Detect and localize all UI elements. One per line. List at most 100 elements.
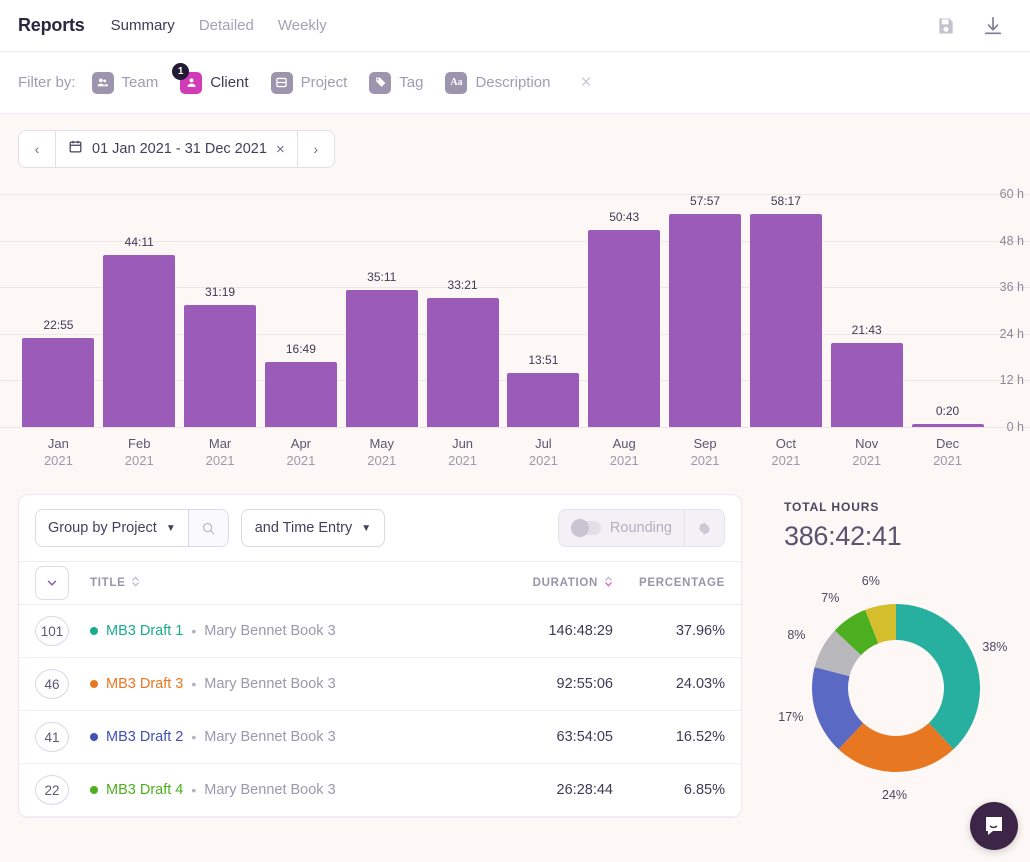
bar[interactable] [22,338,95,427]
bar-column[interactable]: 50:43 [584,194,665,427]
column-header-title-label: TITLE [90,577,126,589]
bar-value-label: 0:20 [935,404,960,418]
x-axis-year: 2021 [286,453,316,468]
x-axis-month: Apr [290,436,312,451]
tab-summary[interactable]: Summary [111,17,175,34]
x-axis-tick: Mar 2021 [180,436,261,468]
column-header-duration[interactable]: DURATION [477,575,613,591]
tab-detailed[interactable]: Detailed [199,17,254,34]
sort-icon[interactable] [131,575,140,591]
x-axis-month: Nov [855,436,879,451]
bar-column[interactable]: 35:11 [341,194,422,427]
page-title: Reports [18,15,85,35]
project-color-dot [90,786,98,794]
bar[interactable] [103,255,176,427]
x-axis-month: Oct [775,436,796,451]
report-table-card: Group by Project ▼ and Time Entry ▼ Roun… [18,494,742,818]
filter-chip-tag[interactable]: Tag [369,71,423,94]
x-axis-year: 2021 [528,453,558,468]
row-title-cell: MB3 Draft 1 • Mary Bennet Book 3 [90,623,477,639]
bar[interactable] [911,424,984,427]
search-icon[interactable] [187,510,228,546]
entry-count-badge: 46 [35,669,69,699]
bar-value-label: 21:43 [851,322,882,337]
bar[interactable] [507,373,580,427]
bar-value-label: 50:43 [609,210,640,225]
expand-all-button[interactable] [35,566,69,600]
total-hours-value: 386:42:41 [784,521,902,551]
bar-column[interactable]: 22:55 [18,194,99,427]
filter-chip-project[interactable]: Project [270,71,347,94]
bar[interactable] [749,214,822,427]
column-header-percentage[interactable]: PERCENTAGE [613,577,725,589]
row-title-cell: MB3 Draft 2 • Mary Bennet Book 3 [90,729,477,745]
bar-value-label: 44:11 [124,235,154,250]
rounding-toggle[interactable]: Rounding [559,510,684,546]
column-header-title[interactable]: TITLE [90,575,477,591]
bar[interactable] [184,305,257,427]
bar-column[interactable]: 0:20 [907,194,988,427]
y-axis-tick-label: 60 h [999,187,1024,201]
project-name[interactable]: MB3 Draft 4 [106,782,183,798]
filter-chip-client[interactable]: 1 Client [172,62,249,94]
chat-bubble-icon[interactable] [970,802,1018,850]
table-row[interactable]: 41 MB3 Draft 2 • Mary Bennet Book 3 63:54:05… [19,711,741,764]
bar[interactable] [426,297,499,427]
bar-column[interactable]: 33:21 [422,194,503,427]
bar-column[interactable]: 58:17 [745,194,826,427]
bar-value-label: 13:51 [528,353,559,368]
project-color-dot [90,627,98,635]
project-name[interactable]: MB3 Draft 2 [106,729,183,745]
x-axis-year: 2021 [43,453,73,468]
project-name[interactable]: MB3 Draft 1 [106,623,183,639]
separator-dot: • [191,623,197,639]
bar-column[interactable]: 44:11 [99,194,180,427]
row-percentage: 16.52% [675,729,725,745]
x-axis-tick: Dec 2021 [907,436,988,468]
date-clear-icon[interactable]: × [276,141,285,158]
clear-filters-icon[interactable]: × [580,73,591,92]
rounding-label: Rounding [609,520,672,536]
bar-column[interactable]: 57:57 [665,194,746,427]
date-range-field[interactable]: 01 Jan 2021 - 31 Dec 2021 × [55,131,298,167]
download-icon[interactable] [982,15,1004,37]
donut-segment[interactable] [896,604,980,750]
bar-column[interactable]: 16:49 [260,194,341,427]
table-controls: Group by Project ▼ and Time Entry ▼ Roun… [19,495,741,561]
sort-icon[interactable] [604,575,613,591]
date-prev-button[interactable]: ‹ [19,131,55,167]
project-name[interactable]: MB3 Draft 3 [106,676,183,692]
x-axis-year: 2021 [852,453,882,468]
row-title-cell: MB3 Draft 4 • Mary Bennet Book 3 [90,782,477,798]
rounding-switch[interactable] [570,519,601,537]
group-by-select[interactable]: Group by Project ▼ [36,510,188,546]
bar[interactable] [264,361,337,427]
summary-panel: TOTAL HOURS 386:42:41 38% 24% 17% 8% 7% 6% [756,494,1030,818]
team-icon [91,71,114,94]
tag-icon [369,71,392,94]
bar[interactable] [669,214,742,427]
donut-segment-label: 17% [778,710,804,725]
table-row[interactable]: 101 MB3 Draft 1 • Mary Bennet Book 3 146:48:… [19,605,741,658]
filter-chip-description[interactable]: Aa Description [445,71,550,94]
table-row[interactable]: 46 MB3 Draft 3 • Mary Bennet Book 3 92:55:06… [19,658,741,711]
tab-weekly[interactable]: Weekly [278,17,327,34]
chart-bars: 22:55 44:11 31:19 16:49 35:11 33:21 13:51 50:43… [18,194,988,427]
bar-column[interactable]: 13:51 [503,194,584,427]
date-next-button[interactable]: › [297,131,334,167]
description-icon: Aa [445,71,468,94]
bar[interactable] [588,230,661,427]
table-row[interactable]: 22 MB3 Draft 4 • Mary Bennet Book 3 26:28:44… [19,764,741,817]
bar-column[interactable]: 21:43 [826,194,907,427]
secondary-group-select[interactable]: and Time Entry ▼ [240,509,386,547]
date-range-row: ‹ 01 Jan 2021 - 31 Dec 2021 × › [0,114,1030,176]
save-icon[interactable] [936,16,956,36]
filter-chip-team[interactable]: Team [91,71,158,94]
bar-column[interactable]: 31:19 [180,194,261,427]
bar[interactable] [345,290,418,427]
bar-value-label: 57:57 [690,194,721,208]
client-name: Mary Bennet Book 3 [204,676,336,692]
donut-segment-label: 6% [861,573,880,588]
bar[interactable] [830,342,903,427]
gear-icon[interactable] [684,510,724,546]
